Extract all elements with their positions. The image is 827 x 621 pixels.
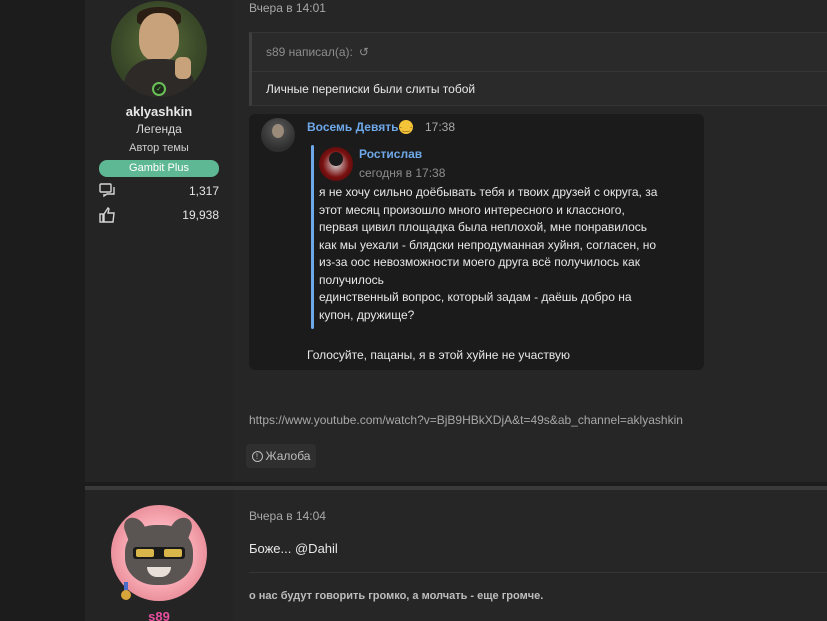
tg-reply-text: я не хочу сильно доёбывать тебя и твоих … <box>319 185 658 322</box>
post-date[interactable]: Вчера в 14:04 <box>249 509 326 523</box>
signature: о нас будут говорить громко, а молчать -… <box>249 590 544 602</box>
medal-icon <box>121 582 131 600</box>
post-date[interactable]: Вчера в 14:01 <box>249 1 326 15</box>
report-button[interactable]: ! Жалоба <box>246 444 316 468</box>
quote-block: s89 написал(а): ↺ Личные переписки были с… <box>249 32 827 106</box>
tg-reply-name: Ростислав <box>359 147 423 161</box>
user-panel: s89 <box>85 490 233 621</box>
reply-arrow-icon[interactable]: ↺ <box>359 45 369 59</box>
telegram-screenshot: Восемь Девять ·‿· 17:38 Ростислав сегодн… <box>249 114 704 370</box>
status-badge: Gambit Plus <box>99 160 219 177</box>
quote-divider <box>252 71 827 72</box>
messages-count: 1,317 <box>188 184 219 198</box>
tg-time: 17:38 <box>425 120 456 134</box>
sad-emoji-icon: ·‿· <box>399 120 413 134</box>
username[interactable]: s89 <box>85 609 233 621</box>
messages-stat: 1,317 <box>99 182 219 200</box>
tg-sender-name: Восемь Девять <box>307 120 399 134</box>
avatar-lens <box>136 549 154 557</box>
youtube-link[interactable]: https://www.youtube.com/watch?v=BjB9HBkX… <box>249 413 683 427</box>
user-panel: ✓ aklyashkin Легенда Автор темы Gambit P… <box>85 0 233 482</box>
forum-post: s89 Вчера в 14:04 Боже... @Dahil о нас б… <box>85 486 827 621</box>
likes-count: 19,938 <box>182 208 219 222</box>
quote-text: Личные переписки были слиты тобой <box>266 82 476 96</box>
warning-icon: ! <box>251 450 263 462</box>
avatar-face <box>139 13 179 61</box>
likes-stat: 19,938 <box>99 206 219 224</box>
post-content: Вчера в 14:04 Боже... @Dahil о нас будут… <box>233 490 827 621</box>
user-rank: Легенда <box>136 122 182 136</box>
tg-reply-time: сегодня в 17:38 <box>359 166 446 180</box>
avatar-lens <box>164 549 182 557</box>
quote-header[interactable]: s89 написал(а): ↺ <box>266 45 369 59</box>
shield-icon: ✓ <box>152 82 166 96</box>
avatar-thumb <box>175 57 191 79</box>
messages-icon <box>99 183 115 198</box>
tg-reply-avatar <box>319 147 353 181</box>
tg-sender-avatar <box>261 118 295 152</box>
post-content: Вчера в 14:01 s89 написал(а): ↺ Личные пе… <box>233 0 827 482</box>
author-tag: Автор темы <box>129 142 189 154</box>
username[interactable]: aklyashkin <box>85 104 233 119</box>
tg-reply-bar <box>311 145 314 329</box>
post-text: Боже... @Dahil <box>249 541 338 556</box>
thumbs-up-icon <box>99 206 115 223</box>
forum-post: ✓ aklyashkin Легенда Автор темы Gambit P… <box>85 0 827 482</box>
quote-author: s89 написал(а): <box>266 45 353 59</box>
report-label: Жалоба <box>265 449 311 463</box>
signature-divider <box>249 572 827 573</box>
tg-message: Голосуйте, пацаны, я в этой хуйне не уча… <box>307 348 570 362</box>
